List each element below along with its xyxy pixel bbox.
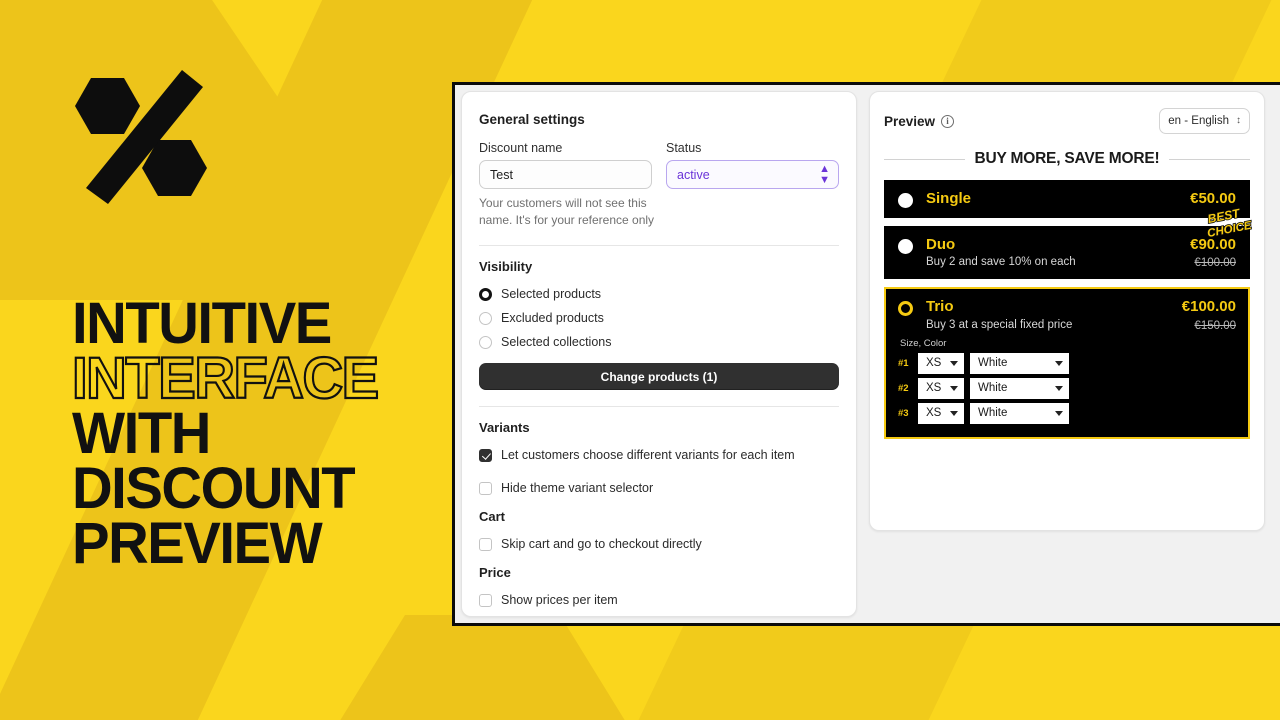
app-window: General settings Discount name Status ac… bbox=[452, 82, 1280, 626]
cart-option-skip-cart[interactable]: Skip cart and go to checkout directly bbox=[479, 532, 839, 556]
visibility-option-label: Selected products bbox=[501, 287, 602, 302]
radio-icon bbox=[479, 335, 492, 349]
chevron-down-icon bbox=[950, 360, 958, 366]
info-circle-icon[interactable]: i bbox=[941, 114, 955, 128]
variant-index: #3 bbox=[898, 407, 909, 419]
variant-size-value: XS bbox=[926, 357, 942, 369]
chevron-down-icon bbox=[950, 410, 958, 416]
visibility-option-excluded-products[interactable]: Excluded products bbox=[479, 306, 839, 330]
offer-row-trio[interactable]: Trio Buy 3 at a special fixed price €100… bbox=[884, 287, 1250, 439]
discount-name-input[interactable] bbox=[479, 160, 652, 189]
promo-panel: INTUITIVE INTERFACE WITH DISCOUNT PREVIE… bbox=[0, 0, 470, 720]
price-title: Price bbox=[479, 565, 511, 581]
discount-name-helper: Your customers will not see this name. I… bbox=[479, 196, 655, 228]
offer-radio-icon bbox=[898, 239, 913, 254]
variant-size-value: XS bbox=[926, 382, 942, 394]
visibility-option-label: Excluded products bbox=[501, 311, 604, 326]
status-selected-value: active bbox=[677, 167, 710, 182]
cart-option-label: Skip cart and go to checkout directly bbox=[501, 537, 702, 552]
general-settings-title: General settings bbox=[479, 112, 585, 127]
chevron-down-icon bbox=[1055, 385, 1063, 391]
variant-size-select[interactable]: XS bbox=[918, 402, 964, 424]
offer-radio-icon bbox=[898, 301, 913, 317]
visibility-title: Visibility bbox=[479, 259, 533, 275]
chevron-updown-icon: ↕ bbox=[1236, 115, 1241, 126]
status-field: Status active ▲ ▼ bbox=[666, 141, 839, 189]
chevron-down-icon bbox=[1055, 360, 1063, 366]
offer-heading: BUY MORE, SAVE MORE! bbox=[884, 150, 1250, 168]
offer-subtitle: Buy 3 at a special fixed price bbox=[926, 318, 1073, 331]
preview-title: Preview bbox=[884, 113, 936, 129]
offer-name: Trio bbox=[926, 298, 954, 316]
checkbox-icon bbox=[479, 481, 492, 495]
variant-size-select[interactable]: XS bbox=[918, 352, 964, 374]
radio-icon bbox=[479, 311, 492, 325]
radio-icon bbox=[479, 287, 492, 301]
offer-row-duo[interactable]: BEST CHOICE Duo Buy 2 and save 10% on ea… bbox=[884, 205, 1254, 280]
variants-option-label: Let customers choose different variants … bbox=[501, 448, 795, 463]
settings-field-row: Discount name Status active ▲▼ bbox=[479, 141, 839, 189]
variant-index: #1 bbox=[898, 357, 909, 369]
offer-old-price: €150.00 bbox=[1194, 319, 1236, 332]
variant-row: #2 XS White bbox=[898, 377, 1236, 399]
variant-color-value: White bbox=[978, 382, 1008, 394]
general-settings-card: General settings Discount name Status ac… bbox=[461, 91, 857, 617]
visibility-option-label: Selected collections bbox=[501, 335, 612, 350]
price-option-show-prices-per-item[interactable]: Show prices per item bbox=[479, 588, 839, 612]
variant-color-value: White bbox=[978, 357, 1008, 369]
variant-color-value: White bbox=[978, 407, 1008, 419]
variants-option-hide-theme-selector[interactable]: Hide theme variant selector bbox=[479, 476, 839, 500]
variant-size-value: XS bbox=[926, 407, 942, 419]
chevron-down-icon bbox=[950, 385, 958, 391]
variant-row: #1 XS White bbox=[898, 352, 1236, 374]
settings-divider-2 bbox=[479, 406, 839, 408]
offer-name: Duo bbox=[926, 236, 956, 253]
visibility-option-selected-collections[interactable]: Selected collections bbox=[479, 330, 839, 354]
offer-price: €50.00 bbox=[1190, 190, 1236, 207]
checkbox-icon bbox=[479, 593, 492, 607]
offer-price: €100.00 bbox=[1181, 298, 1236, 316]
variant-options-label: Size, Color bbox=[900, 337, 947, 349]
chevron-updown-icon: ▲ ▼ bbox=[819, 162, 830, 186]
offer-row-single[interactable]: Single €50.00 bbox=[884, 180, 1250, 218]
offer-heading-text: BUY MORE, SAVE MORE! bbox=[974, 150, 1160, 167]
variants-option-label: Hide theme variant selector bbox=[501, 481, 654, 496]
cart-title: Cart bbox=[479, 509, 506, 525]
offer-name: Single bbox=[926, 190, 972, 207]
language-select[interactable]: en - English ↕ bbox=[1159, 108, 1250, 134]
variant-index: #2 bbox=[898, 382, 909, 394]
language-selected-value: en - English bbox=[1168, 115, 1229, 127]
offer-radio-icon bbox=[898, 193, 913, 208]
chevron-down-icon bbox=[1055, 410, 1063, 416]
settings-divider-1 bbox=[479, 245, 839, 247]
percent-hexagon-logo bbox=[75, 70, 207, 204]
variant-size-select[interactable]: XS bbox=[918, 377, 964, 399]
offer-price: €90.00 bbox=[1190, 236, 1236, 253]
preview-header: Preview i en - English ↕ bbox=[884, 108, 1250, 134]
offer-subtitle: Buy 2 and save 10% on each bbox=[926, 256, 1076, 269]
variant-color-select[interactable]: White bbox=[970, 377, 1069, 399]
visibility-option-selected-products[interactable]: Selected products bbox=[479, 282, 839, 306]
price-option-label: Show prices per item bbox=[501, 593, 618, 608]
heading-rule-right bbox=[1169, 158, 1250, 160]
change-products-button[interactable]: Change products (1) bbox=[479, 363, 839, 391]
variant-color-select[interactable]: White bbox=[970, 402, 1069, 424]
status-select[interactable]: active bbox=[666, 160, 839, 189]
variants-title: Variants bbox=[479, 420, 530, 436]
discount-name-field: Discount name bbox=[479, 141, 652, 189]
checkbox-icon bbox=[479, 448, 492, 462]
checkbox-icon bbox=[479, 537, 492, 551]
offer-old-price: €100.00 bbox=[1194, 257, 1236, 270]
variant-row: #3 XS White bbox=[898, 402, 1236, 424]
discount-name-label: Discount name bbox=[479, 141, 563, 155]
status-label: Status bbox=[666, 141, 702, 155]
preview-card: Preview i en - English ↕ BUY MORE, SAVE … bbox=[869, 91, 1265, 531]
variants-option-let-customers-choose[interactable]: Let customers choose different variants … bbox=[479, 443, 839, 467]
heading-rule-left bbox=[884, 158, 965, 160]
variant-color-select[interactable]: White bbox=[970, 352, 1069, 374]
